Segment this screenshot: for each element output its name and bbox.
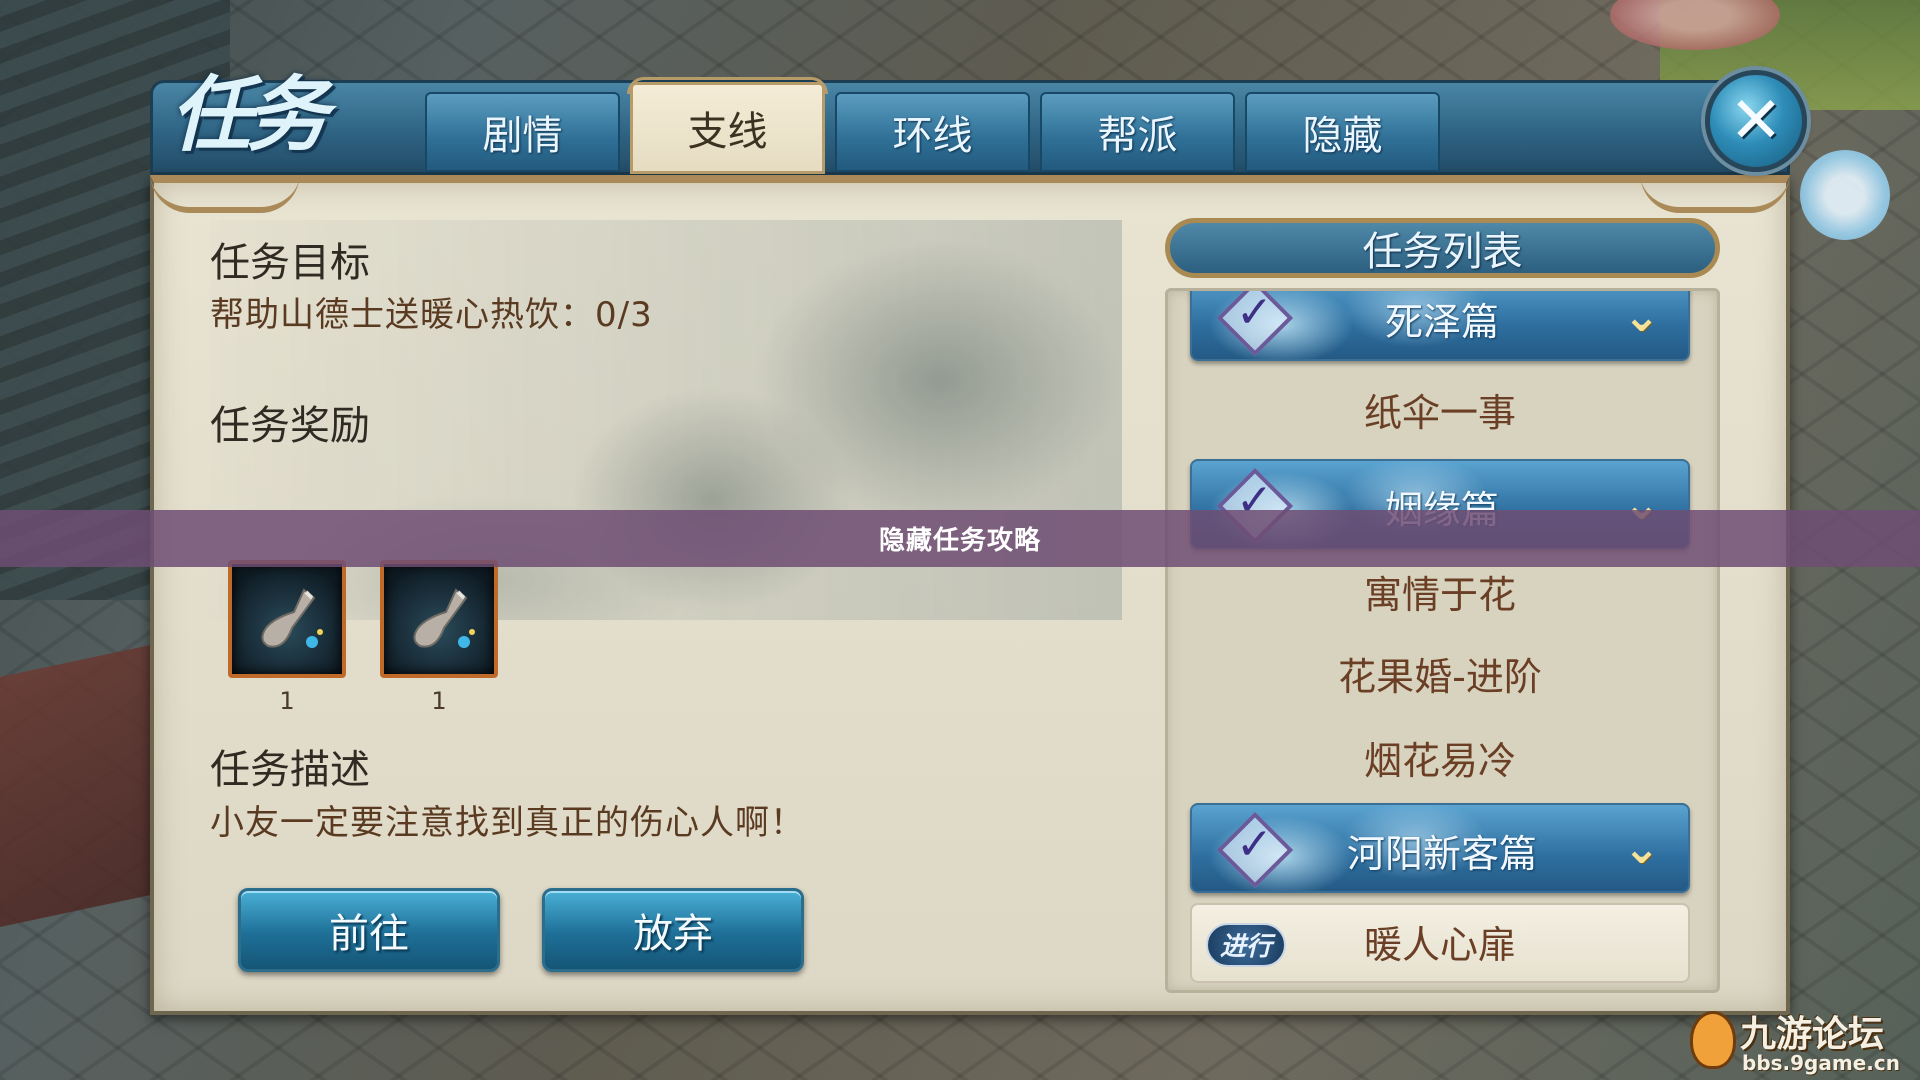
site-watermark: 九游论坛 bbs.9game.cn [1690,1005,1915,1080]
quest-item[interactable]: 纸伞一事 [1190,373,1690,453]
quest-item-current[interactable]: 进行 暖人心扉 [1190,903,1690,983]
guide-banner: 隐藏任务攻略 [0,510,1920,567]
objective-heading: 任务目标 [210,240,370,286]
reward-heading: 任务奖励 [210,403,370,449]
abandon-button[interactable]: 放弃 [542,888,804,972]
quest-group-sizepian[interactable]: ✓ 死泽篇 ⌄ [1190,291,1690,361]
watermark-url: bbs.9game.cn [1742,1051,1900,1075]
frame-ornament-right [1640,173,1790,213]
quest-list[interactable]: ✓ 死泽篇 ⌄ 纸伞一事 ✓ 姻缘篇 ⌄ 寓情于花 花果婚-进阶 烟花易冷 ✓ … [1165,288,1720,993]
quest-item[interactable]: 寓情于花 [1190,555,1690,635]
quest-item[interactable]: 花果婚-进阶 [1190,637,1690,717]
go-button[interactable]: 前往 [238,888,500,972]
in-progress-badge: 进行 [1206,923,1286,967]
tab-hidden[interactable]: 隐藏 [1245,92,1440,172]
tab-loop-quest[interactable]: 环线 [835,92,1030,172]
quest-list-header: 任务列表 [1165,218,1720,278]
tab-story[interactable]: 剧情 [425,92,620,172]
quest-list-panel: 任务列表 ✓ 死泽篇 ⌄ 纸伞一事 ✓ 姻缘篇 ⌄ 寓情于花 花果婚-进阶 烟花… [1165,218,1720,993]
reward-slot[interactable] [228,560,346,678]
tab-guild[interactable]: 帮派 [1040,92,1235,172]
reward-count: 1 [431,687,447,715]
chevron-down-icon: ⌄ [1623,291,1660,342]
panel-title: 任务 [170,67,328,163]
description-text: 小友一定要注意找到真正的伤心人啊！ [210,803,805,843]
mascot-icon [1690,1011,1736,1069]
watermark-title: 九游论坛 [1740,1014,1885,1055]
description-heading: 任务描述 [210,747,370,793]
close-button[interactable]: ✕ [1705,70,1807,172]
reward-slot[interactable] [380,560,498,678]
roof-red-bottom [0,642,160,928]
objective-text: 帮助山德士送暖心热饮：0/3 [210,295,653,335]
quest-item[interactable]: 烟花易冷 [1190,721,1690,801]
potion-icon [261,588,323,648]
quest-group-label: 河阳新客篇 [1346,832,1537,876]
potion-icon [413,588,475,648]
quest-group-heyang[interactable]: ✓ 河阳新客篇 ⌄ [1190,803,1690,893]
blue-umbrella [1800,150,1890,240]
reward-count: 1 [279,687,295,715]
tab-side-quest[interactable]: 支线 [627,77,828,174]
quest-item-label: 暖人心扉 [1363,923,1516,967]
quest-group-label: 死泽篇 [1384,300,1499,344]
close-icon: ✕ [1729,84,1783,158]
chevron-down-icon: ⌄ [1623,823,1660,874]
